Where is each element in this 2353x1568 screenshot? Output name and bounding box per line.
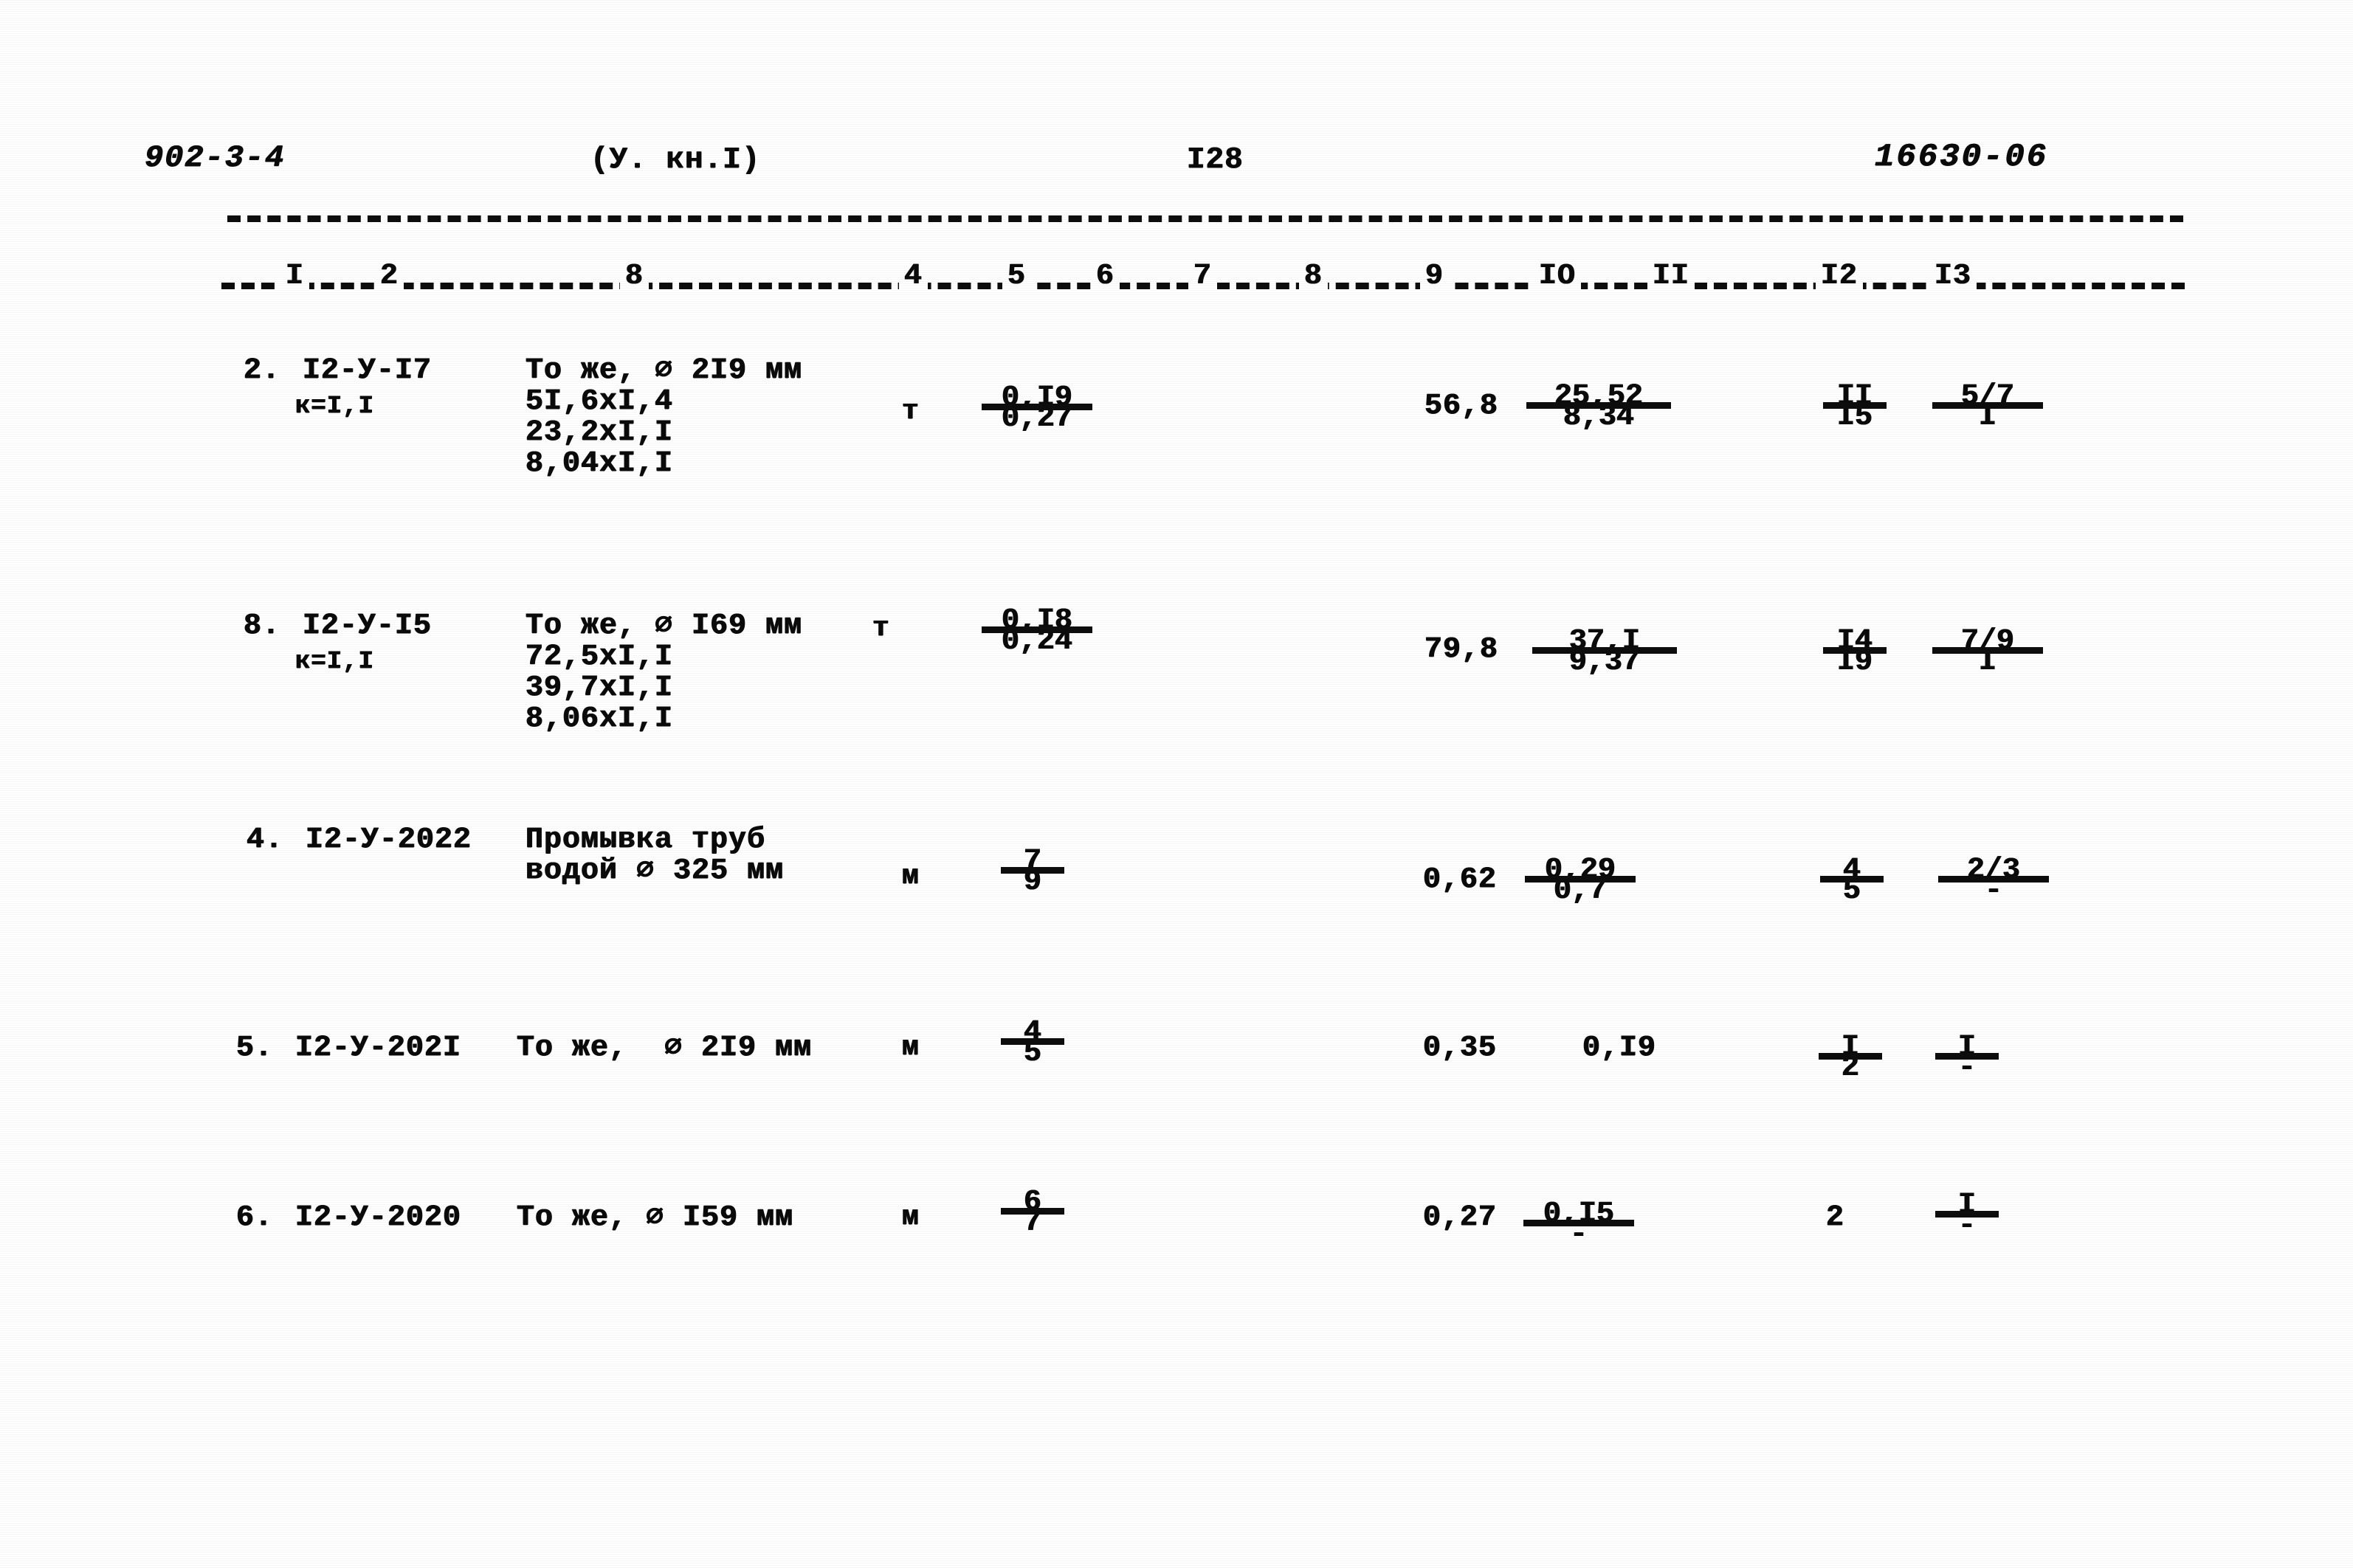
row-quantity-fraction: 4 5 <box>1001 1018 1064 1068</box>
row-number: 6. <box>236 1201 274 1234</box>
fraction-bar <box>982 626 1092 633</box>
column-header-8: 8 <box>1299 260 1329 293</box>
row-number: 8. <box>244 609 281 643</box>
row-col13-fraction: 7/9 I <box>1932 627 2043 677</box>
row-description: То же, ⌀ 2I9 мм 5I,6xI,4 23,2xI,I 8,04xI… <box>526 354 803 480</box>
row-col12-fraction: I 2 <box>1819 1033 1882 1083</box>
column-header-2: 2 <box>375 260 404 293</box>
column-header-10: IO <box>1534 260 1582 293</box>
fraction-bar <box>1820 876 1884 883</box>
fraction-bar <box>982 404 1092 410</box>
row-quantity-fraction: 0,I8 0,24 <box>982 607 1092 657</box>
row-col13-fraction: I - <box>1935 1033 1999 1083</box>
row-number: 2. <box>244 354 281 387</box>
row-unit: т <box>872 612 890 644</box>
row-unit: м <box>902 860 920 892</box>
column-header-5: 5 <box>1002 260 1032 293</box>
page-number: I28 <box>1187 143 1244 177</box>
row-quantity-fraction: 0,I9 0,27 <box>982 384 1092 434</box>
row-col13-fraction: 2/3 - <box>1938 856 2049 906</box>
row-number: 5. <box>236 1032 274 1065</box>
row-col10-fraction: 37,I 9,37 <box>1532 627 1677 677</box>
column-header-3: 8 <box>620 260 650 293</box>
column-header-1: I <box>280 260 310 293</box>
row-col12-fraction: 4 5 <box>1820 856 1884 906</box>
row-code: I2-У-202I <box>295 1032 462 1065</box>
scan-grain-overlay <box>0 0 2353 1568</box>
fraction-bar <box>1001 867 1064 874</box>
row-col10-fraction: 25,52 8,34 <box>1526 382 1671 432</box>
row-description: То же, ⌀ 2I9 мм <box>517 1032 813 1065</box>
row-code: I2-У-I5 <box>303 609 433 643</box>
row-description: То же, ⌀ I69 мм 72,5xI,I 39,7xI,I 8,06xI… <box>526 609 803 736</box>
row-description: Промывка труб водой ⌀ 325 мм <box>526 823 785 888</box>
row-coefficient: к=I,I <box>295 648 375 676</box>
row-code: I2-У-I7 <box>303 354 433 387</box>
column-header-4: 4 <box>899 260 929 293</box>
column-header-9: 9 <box>1420 260 1450 293</box>
row-number: 4. <box>247 823 284 857</box>
row-description: То же, ⌀ I59 мм <box>517 1201 794 1234</box>
row-col13-fraction: 5/7 I <box>1932 382 2043 432</box>
fraction-bar <box>1526 402 1671 409</box>
fraction-bar <box>1001 1208 1064 1215</box>
row-col10-fraction: 0,29 0,7 <box>1525 856 1636 906</box>
row-col9: 0,27 <box>1423 1201 1498 1234</box>
row-code: I2-У-2022 <box>306 823 472 857</box>
row-col12-fraction: I4 I9 <box>1823 627 1887 677</box>
row-col9: 56,8 <box>1424 390 1499 423</box>
fraction-bar <box>1938 876 2049 883</box>
row-quantity-fraction: 7 9 <box>1001 847 1064 897</box>
sheet-code: 16630-06 <box>1875 139 2049 176</box>
row-col13-fraction: I - <box>1935 1191 1999 1241</box>
fraction-bar <box>1932 402 2043 409</box>
column-header-7: 7 <box>1188 260 1218 293</box>
row-col9: 0,62 <box>1423 863 1498 897</box>
column-header-6: 6 <box>1091 260 1120 293</box>
fraction-bar <box>1935 1053 1999 1060</box>
series-code: 902-3-4 <box>145 140 286 176</box>
row-col12: 2 <box>1826 1201 1845 1234</box>
fraction-bar <box>1523 1220 1634 1226</box>
table-top-rule <box>227 215 2183 222</box>
fraction-bar <box>1935 1211 1999 1218</box>
fraction-bar <box>1819 1053 1882 1060</box>
fraction-bar <box>1823 402 1887 409</box>
fraction-bar <box>1525 876 1636 883</box>
row-unit: м <box>902 1032 920 1063</box>
row-code: I2-У-2020 <box>295 1201 462 1234</box>
row-col12-fraction: II I5 <box>1823 382 1887 432</box>
volume-label: (У. кн.I) <box>590 143 761 177</box>
column-header-11: II <box>1647 260 1695 293</box>
row-col9: 0,35 <box>1423 1032 1498 1065</box>
fraction-bar <box>1532 647 1677 654</box>
row-unit: т <box>902 396 920 427</box>
row-col9: 79,8 <box>1424 633 1499 666</box>
row-unit: м <box>902 1201 920 1233</box>
row-col10: 0,I9 <box>1582 1032 1657 1065</box>
fraction-bar <box>1932 647 2043 654</box>
fraction-bar <box>1001 1038 1064 1045</box>
fraction-bar <box>1823 647 1887 654</box>
column-header-12: I2 <box>1816 260 1864 293</box>
row-coefficient: к=I,I <box>295 393 375 421</box>
row-col10-fraction: 0,I5 - <box>1523 1200 1634 1250</box>
scanned-page: 902-3-4 (У. кн.I) I28 16630-06 I 2 8 4 5… <box>0 0 2353 1568</box>
row-quantity-fraction: 6 7 <box>1001 1188 1064 1238</box>
column-header-13: I3 <box>1929 260 1977 293</box>
